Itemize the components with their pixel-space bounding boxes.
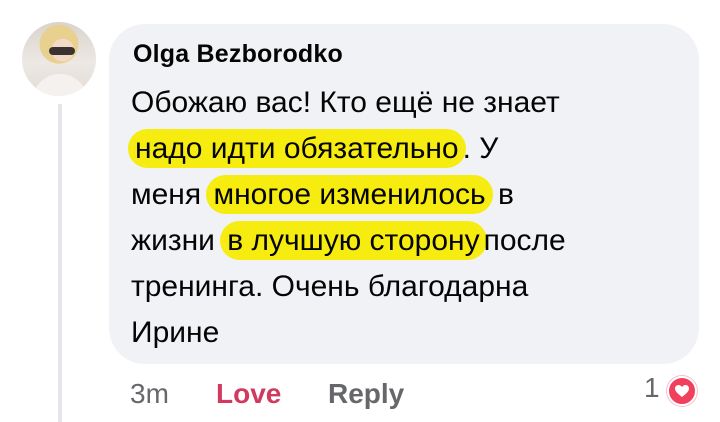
author-name[interactable]: Olga Bezborodko: [133, 40, 343, 69]
comment-text-segment: Ирине: [131, 316, 220, 349]
comment-line: Ирине: [131, 316, 219, 350]
heart-icon[interactable]: [667, 376, 697, 406]
love-button[interactable]: Love: [216, 378, 281, 410]
thread-line: [58, 104, 62, 422]
comment-line: Обожаю вас! Кто ещё не знает: [131, 86, 560, 120]
highlighted-text: надо идти обязательно: [131, 132, 463, 165]
comment-line: тренинга. Очень благодарна: [131, 270, 528, 304]
comment-line: надо идти обязательно. У: [131, 132, 498, 166]
comment-line: меня многое изменилось в: [131, 178, 514, 212]
avatar-shoulders: [32, 74, 88, 96]
highlighted-text: многое изменилось: [209, 178, 490, 211]
avatar-glasses: [49, 47, 75, 55]
comment-text-segment: жизни: [131, 224, 224, 257]
highlighted-text: в лучшую сторону: [223, 224, 484, 257]
reply-button[interactable]: Reply: [328, 378, 404, 410]
heart-icon-glyph: [675, 385, 689, 397]
comment-text-segment: меня: [131, 178, 210, 211]
comment-text-segment: Обожаю вас! Кто ещё не знает: [131, 86, 560, 119]
comment-text-segment: в: [489, 178, 514, 211]
reaction-count[interactable]: 1: [644, 372, 660, 404]
comment-line: жизни в лучшую сторону после: [131, 224, 566, 258]
comment-text-segment: тренинга. Очень благодарна: [131, 270, 529, 303]
comment-text-segment: . У: [462, 132, 499, 165]
comment-text-segment: после: [483, 224, 566, 257]
comment-timestamp[interactable]: 3m: [130, 378, 169, 410]
avatar[interactable]: [22, 22, 96, 96]
